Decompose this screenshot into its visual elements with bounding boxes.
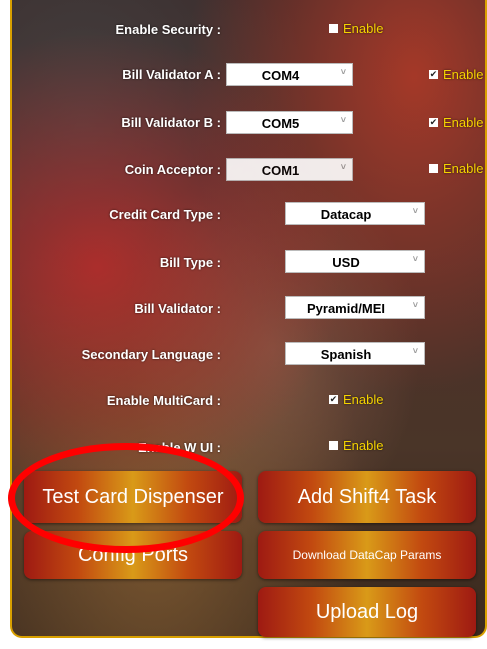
checkbox-unchecked-icon[interactable] — [329, 24, 338, 33]
chevron-down-icon: ˅ — [340, 162, 346, 172]
secondary-language-select[interactable]: Spanish ˅ — [285, 342, 425, 365]
credit-card-type-value: Datacap — [320, 207, 372, 222]
bill-validator-b-label: Bill Validator B : — [121, 115, 221, 130]
chevron-down-icon: ˅ — [412, 206, 418, 216]
bill-validator-a-value: COM4 — [261, 68, 300, 83]
checkbox-unchecked-icon[interactable] — [329, 441, 338, 450]
bill-validator-b-checkbox-label: Enable — [443, 115, 484, 130]
bill-validator-a-select[interactable]: COM4 ˅ — [226, 63, 353, 86]
enable-web-ui-checkbox-label: Enable — [343, 438, 384, 453]
bill-validator-value: Pyramid/MEI — [306, 301, 386, 316]
coin-acceptor-checkbox[interactable]: Enable — [429, 161, 483, 176]
coin-acceptor-select[interactable]: COM1 ˅ — [226, 158, 353, 181]
bill-type-select[interactable]: USD ˅ — [285, 250, 425, 273]
chevron-down-icon: ˅ — [412, 300, 418, 310]
enable-multicard-checkbox[interactable]: ✔ Enable — [329, 392, 383, 407]
checkbox-unchecked-icon[interactable] — [429, 164, 438, 173]
highlight-ring-annotation — [8, 443, 244, 553]
bill-validator-label: Bill Validator : — [134, 301, 221, 316]
bill-validator-b-value: COM5 — [261, 116, 300, 131]
bill-validator-a-checkbox-label: Enable — [443, 67, 484, 82]
coin-acceptor-checkbox-label: Enable — [443, 161, 484, 176]
bill-validator-b-checkbox[interactable]: ✔ Enable — [429, 115, 483, 130]
chevron-down-icon: ˅ — [340, 67, 346, 77]
coin-acceptor-value: COM1 — [261, 163, 300, 178]
enable-multicard-checkbox-label: Enable — [343, 392, 384, 407]
bill-validator-a-label: Bill Validator A : — [122, 67, 221, 82]
chevron-down-icon: ˅ — [412, 254, 418, 264]
download-datacap-params-button[interactable]: Download DataCap Params — [258, 531, 476, 579]
secondary-language-label: Secondary Language : — [81, 347, 221, 362]
enable-security-checkbox[interactable]: Enable — [329, 21, 383, 36]
secondary-language-value: Spanish — [320, 347, 372, 362]
checkbox-checked-icon[interactable]: ✔ — [429, 118, 438, 127]
chevron-down-icon: ˅ — [340, 115, 346, 125]
bill-type-label: Bill Type : — [159, 255, 221, 270]
enable-security-label: Enable Security : — [115, 22, 221, 37]
bill-type-value: USD — [332, 255, 360, 270]
coin-acceptor-label: Coin Acceptor : — [124, 162, 221, 177]
checkbox-checked-icon[interactable]: ✔ — [429, 70, 438, 79]
enable-security-checkbox-label: Enable — [343, 21, 384, 36]
add-shift4-task-button[interactable]: Add Shift4 Task — [258, 471, 476, 523]
bill-validator-select[interactable]: Pyramid/MEI ˅ — [285, 296, 425, 319]
credit-card-type-label: Credit Card Type : — [109, 207, 221, 222]
checkbox-checked-icon[interactable]: ✔ — [329, 395, 338, 404]
bill-validator-b-select[interactable]: COM5 ˅ — [226, 111, 353, 134]
bill-validator-a-checkbox[interactable]: ✔ Enable — [429, 67, 483, 82]
upload-log-button[interactable]: Upload Log — [258, 587, 476, 637]
enable-multicard-label: Enable MultiCard : — [106, 393, 221, 408]
chevron-down-icon: ˅ — [412, 346, 418, 356]
enable-web-ui-checkbox[interactable]: Enable — [329, 438, 383, 453]
credit-card-type-select[interactable]: Datacap ˅ — [285, 202, 425, 225]
